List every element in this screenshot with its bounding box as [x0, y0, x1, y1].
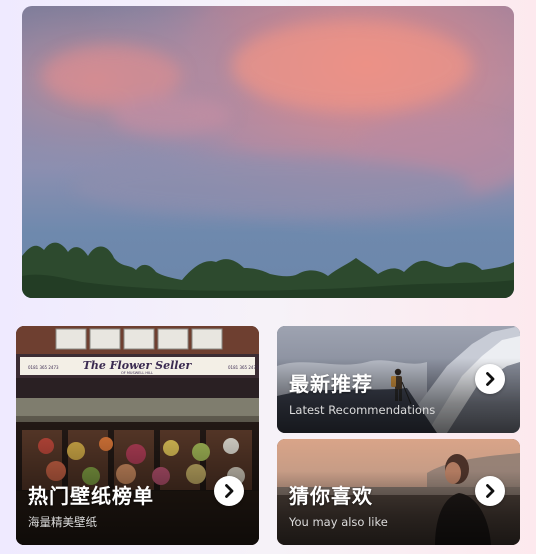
chevron-right-icon — [225, 484, 234, 498]
latest-recommendations-card[interactable]: 最新推荐 Latest Recommendations — [277, 326, 520, 433]
shop-sign-phone-left: 0181 365 2473 — [28, 365, 59, 370]
shop-sign-phone-right: 0181 365 2473 — [228, 365, 259, 370]
you-may-also-like-card[interactable]: 猜你喜欢 You may also like — [277, 439, 520, 545]
shop-sign-place: OF MUSWELL HILL — [121, 371, 153, 375]
card-subtitle: 海量精美壁纸 — [28, 515, 97, 529]
hero-banner[interactable] — [22, 6, 514, 298]
card-title: 最新推荐 — [289, 372, 373, 396]
card-subtitle: You may also like — [289, 515, 388, 529]
chevron-right-icon — [486, 484, 495, 498]
open-button[interactable] — [475, 476, 505, 506]
card-subtitle: Latest Recommendations — [289, 403, 436, 417]
chevron-right-icon — [486, 372, 495, 386]
card-title: 热门壁纸榜单 — [28, 484, 154, 508]
card-title: 猜你喜欢 — [289, 484, 373, 508]
hot-wallpaper-chart-card[interactable]: The Flower Seller OF MUSWELL HILL 0181 3… — [16, 326, 259, 545]
sunset-sky-image — [22, 6, 514, 298]
open-button[interactable] — [475, 364, 505, 394]
open-button[interactable] — [214, 476, 244, 506]
